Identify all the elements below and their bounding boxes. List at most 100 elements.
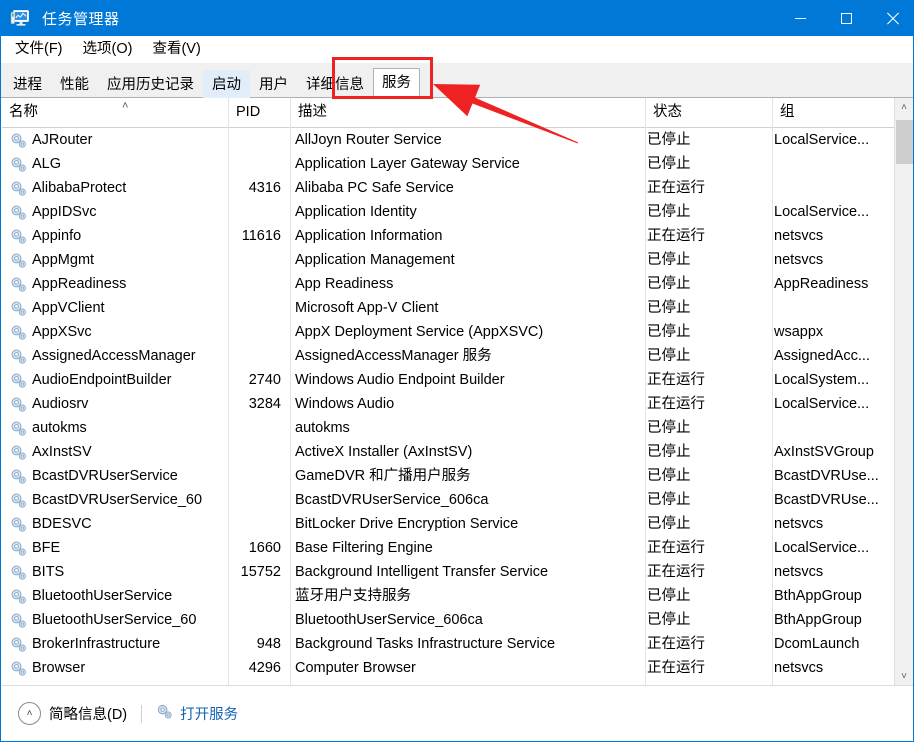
cell-status: 已停止 [647, 516, 691, 532]
table-row[interactable]: AlibabaProtect 4316 Alibaba PC Safe Servic… [2, 176, 913, 200]
cell-service-name: AudioEndpointBuilder [10, 368, 228, 392]
cell-group: AssignedAcc... [774, 348, 870, 364]
cell-status: 正在运行 [647, 372, 705, 388]
cell-service-name: BcastDVRUserService [10, 464, 228, 488]
cell-service-name: BFE [10, 536, 228, 560]
cell-group: BcastDVRUse... [774, 468, 879, 484]
cell-status: 已停止 [647, 324, 691, 340]
column-header-name[interactable]: 名称 ˄ [2, 98, 228, 127]
cell-status: 正在运行 [647, 228, 705, 244]
table-row[interactable]: AppXSvc AppX Deployment Service (AppXSVC)… [2, 320, 913, 344]
cell-pid [228, 416, 286, 440]
cell-pid [228, 608, 286, 632]
column-header-pid[interactable]: PID [228, 98, 290, 127]
tab-users[interactable]: 用户 [250, 70, 297, 98]
scroll-down-button[interactable]: ˅ [895, 667, 913, 685]
service-gear-icon [10, 564, 27, 581]
cell-status: 已停止 [647, 156, 691, 172]
cell-description: 蓝牙用户支持服务 [295, 588, 411, 604]
scrollbar-thumb[interactable] [896, 120, 913, 164]
service-gear-icon [10, 660, 27, 677]
column-header-description[interactable]: 描述 [290, 98, 645, 127]
table-row[interactable]: BFE 1660 Base Filtering Engine 正在运行 LocalSer… [2, 536, 913, 560]
cell-group: LocalService... [774, 396, 870, 412]
menu-item-view[interactable]: 查看(V) [142, 37, 210, 62]
table-row[interactable]: Browser 4296 Computer Browser 正在运行 netsvcs [2, 656, 913, 680]
tab-app-history[interactable]: 应用历史记录 [98, 70, 203, 98]
column-header-status[interactable]: 状态 [645, 98, 772, 127]
table-row[interactable]: AppMgmt Application Management 已停止 netsvcs [2, 248, 913, 272]
table-row[interactable]: AppVClient Microsoft App-V Client 已停止 [2, 296, 913, 320]
maximize-icon [840, 12, 852, 24]
table-row[interactable]: AJRouter AllJoyn Router Service 已停止 LocalSe… [2, 128, 913, 152]
tab-strip: 进程 性能 应用历史记录 启动 用户 详细信息 服务 [1, 63, 913, 99]
column-header-group[interactable]: 组 [772, 98, 894, 127]
fewer-details-button[interactable]: ˄ 简略信息(D) [18, 702, 127, 725]
cell-description: Windows Audio [295, 396, 395, 412]
cell-pid [228, 464, 286, 488]
cell-status: 已停止 [647, 588, 691, 604]
table-row[interactable]: Appinfo 11616 Application Information 正在运行 n… [2, 224, 913, 248]
service-gear-icon [10, 228, 27, 245]
cell-pid [228, 344, 286, 368]
service-gear-icon [10, 372, 27, 389]
minimize-button[interactable] [777, 0, 823, 36]
maximize-button[interactable] [823, 0, 869, 36]
table-row[interactable]: BITS 15752 Background Intelligent Transfer… [2, 560, 913, 584]
cell-status: 已停止 [647, 276, 691, 292]
table-row[interactable]: AppIDSvc Application Identity 已停止 LocalServ… [2, 200, 913, 224]
cell-description: Windows Audio Endpoint Builder [295, 372, 505, 388]
cell-service-name: Appinfo [10, 224, 228, 248]
table-row[interactable]: BluetoothUserService 蓝牙用户支持服务 已停止 BthAppGro… [2, 584, 913, 608]
cell-group: DcomLaunch [774, 636, 860, 652]
cell-description: AllJoyn Router Service [295, 132, 442, 148]
cell-service-name: AppIDSvc [10, 200, 228, 224]
scroll-up-button[interactable]: ˄ [895, 98, 913, 116]
cell-service-name: BluetoothUserService [10, 584, 228, 608]
table-row[interactable]: BcastDVRUserService GameDVR 和广播用户服务 已停止 Bca… [2, 464, 913, 488]
cell-service-name: AssignedAccessManager [10, 344, 228, 368]
column-header-row: 名称 ˄ PID 描述 状态 组 [2, 98, 913, 128]
table-row[interactable]: AssignedAccessManager AssignedAccessManag… [2, 344, 913, 368]
cell-description: App Readiness [295, 276, 394, 292]
table-row[interactable]: BDESVC BitLocker Drive Encryption Service… [2, 512, 913, 536]
table-row[interactable]: AxInstSV ActiveX Installer (AxInstSV) 已停止 A… [2, 440, 913, 464]
open-services-label: 打开服务 [180, 707, 239, 723]
table-row[interactable]: BluetoothUserService_60 BluetoothUserServ… [2, 608, 913, 632]
table-row[interactable]: AudioEndpointBuilder 2740 Windows Audio En… [2, 368, 913, 392]
table-row[interactable]: autokms autokms 已停止 [2, 416, 913, 440]
cell-service-name: BrokerInfrastructure [10, 632, 228, 656]
cell-status: 已停止 [647, 444, 691, 460]
cell-pid [228, 152, 286, 176]
cell-description: AssignedAccessManager 服务 [295, 348, 492, 364]
table-row[interactable]: Audiosrv 3284 Windows Audio 正在运行 LocalServic… [2, 392, 913, 416]
service-gear-icon [10, 468, 27, 485]
cell-status: 已停止 [647, 252, 691, 268]
cell-service-name: BITS [10, 560, 228, 584]
tab-performance[interactable]: 性能 [51, 70, 98, 98]
cell-group: LocalService... [774, 540, 870, 556]
services-list: 名称 ˄ PID 描述 状态 组 AJRouter AllJoyn Router … [2, 98, 913, 685]
open-services-button[interactable]: 打开服务 [156, 703, 238, 724]
cell-group [774, 152, 894, 176]
menu-item-file[interactable]: 文件(F) [5, 37, 73, 62]
cell-group: AppReadiness [774, 276, 869, 292]
tab-services[interactable]: 服务 [373, 68, 420, 99]
cell-group: netsvcs [774, 660, 824, 676]
table-row[interactable]: ALG Application Layer Gateway Service 已停止 [2, 152, 913, 176]
cell-description: Computer Browser [295, 660, 416, 676]
close-button[interactable] [869, 0, 913, 36]
tab-processes[interactable]: 进程 [4, 70, 51, 98]
vertical-scrollbar[interactable]: ˄ ˅ [894, 98, 913, 685]
cell-service-name: AlibabaProtect [10, 176, 228, 200]
tab-startup[interactable]: 启动 [203, 70, 250, 98]
table-row[interactable]: AppReadiness App Readiness 已停止 AppReadiness [2, 272, 913, 296]
cell-service-name: autokms [10, 416, 228, 440]
table-row[interactable]: BcastDVRUserService_60 BcastDVRUserServic… [2, 488, 913, 512]
cell-status: 正在运行 [647, 540, 705, 556]
menu-item-options[interactable]: 选项(O) [73, 37, 143, 62]
cell-description: Background Tasks Infrastructure Service [295, 636, 556, 652]
table-row[interactable]: BrokerInfrastructure 948 Background Tasks … [2, 632, 913, 656]
service-rows: AJRouter AllJoyn Router Service 已停止 LocalSe… [2, 128, 913, 685]
tab-details[interactable]: 详细信息 [297, 70, 373, 98]
